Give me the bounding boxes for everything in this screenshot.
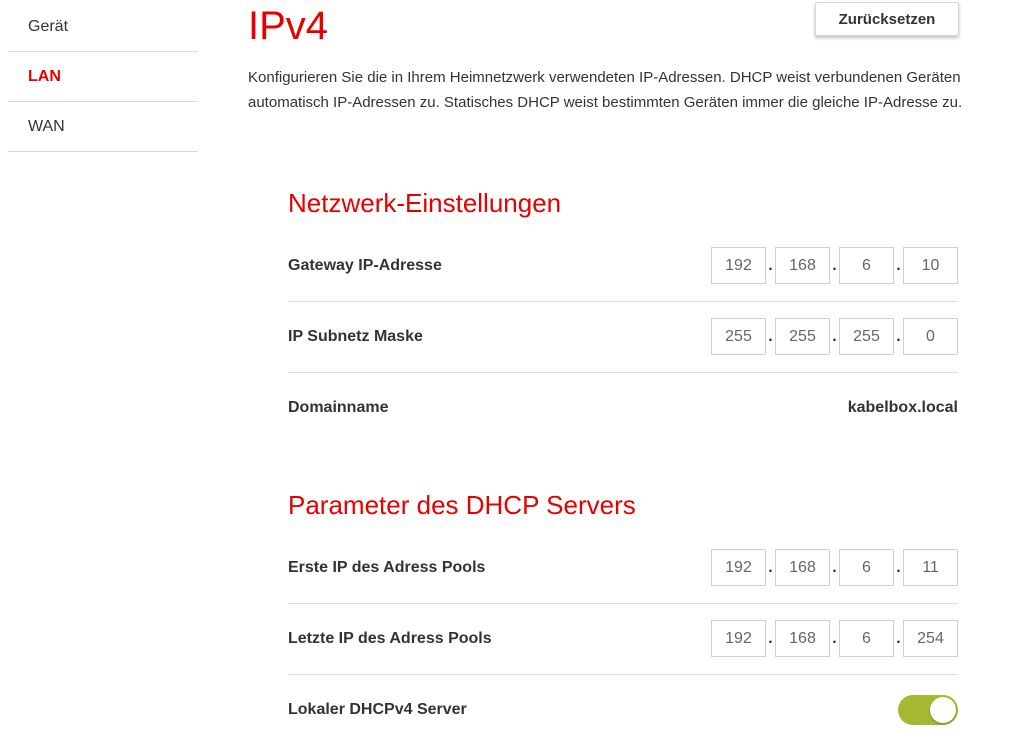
- octet-separator: .: [832, 630, 837, 647]
- section-title-network: Netzwerk-Einstellungen: [288, 188, 562, 218]
- pool-last-row: Letzte IP des Adress Pools . . .: [288, 603, 958, 675]
- page-title: IPv4: [248, 4, 329, 48]
- subnet-label: IP Subnetz Maske: [288, 327, 423, 345]
- octet-separator: .: [832, 559, 837, 576]
- gateway-octet-1[interactable]: [711, 247, 766, 284]
- pool-last-octet-2[interactable]: [775, 620, 830, 657]
- subnet-octet-4[interactable]: [903, 318, 958, 355]
- sidebar-item-lan[interactable]: LAN: [8, 52, 198, 102]
- pool-first-octet-3[interactable]: [839, 549, 894, 586]
- pool-last-ip-input: . . .: [711, 620, 958, 657]
- pool-first-octet-1[interactable]: [711, 549, 766, 586]
- gateway-octet-4[interactable]: [903, 247, 958, 284]
- octet-separator: .: [896, 257, 901, 274]
- sidebar-item-geraet[interactable]: Gerät: [8, 2, 198, 52]
- octet-separator: .: [832, 257, 837, 274]
- gateway-octet-3[interactable]: [839, 247, 894, 284]
- octet-separator: .: [768, 559, 773, 576]
- pool-last-octet-3[interactable]: [839, 620, 894, 657]
- pool-first-label: Erste IP des Adress Pools: [288, 558, 486, 576]
- octet-separator: .: [768, 257, 773, 274]
- sidebar-nav: Gerät LAN WAN: [8, 2, 198, 152]
- gateway-label: Gateway IP-Adresse: [288, 256, 442, 274]
- octet-separator: .: [896, 630, 901, 647]
- pool-first-octet-4[interactable]: [903, 549, 958, 586]
- subnet-octet-3[interactable]: [839, 318, 894, 355]
- reset-button[interactable]: Zurücksetzen: [815, 2, 959, 36]
- subnet-octet-2[interactable]: [775, 318, 830, 355]
- octet-separator: .: [832, 328, 837, 345]
- domain-row: Domainname kabelbox.local: [288, 372, 958, 443]
- pool-last-octet-4[interactable]: [903, 620, 958, 657]
- subnet-row: IP Subnetz Maske . . .: [288, 301, 958, 373]
- local-dhcp-toggle[interactable]: [898, 694, 958, 725]
- section-title-dhcp: Parameter des DHCP Servers: [288, 490, 636, 520]
- domain-value: kabelbox.local: [847, 398, 958, 416]
- local-dhcp-label: Lokaler DHCPv4 Server: [288, 700, 467, 718]
- subnet-ip-input: . . .: [711, 318, 958, 355]
- gateway-octet-2[interactable]: [775, 247, 830, 284]
- local-dhcp-row: Lokaler DHCPv4 Server: [288, 674, 958, 745]
- octet-separator: .: [896, 328, 901, 345]
- domain-label: Domainname: [288, 398, 389, 416]
- octet-separator: .: [768, 630, 773, 647]
- octet-separator: .: [896, 559, 901, 576]
- gateway-ip-input: . . .: [711, 247, 958, 284]
- octet-separator: .: [768, 328, 773, 345]
- gateway-row: Gateway IP-Adresse . . .: [288, 230, 958, 302]
- pool-last-octet-1[interactable]: [711, 620, 766, 657]
- pool-first-ip-input: . . .: [711, 549, 958, 586]
- pool-first-octet-2[interactable]: [775, 549, 830, 586]
- pool-first-row: Erste IP des Adress Pools . . .: [288, 532, 958, 604]
- intro-text: Konfigurieren Sie die in Ihrem Heimnetzw…: [248, 69, 963, 111]
- sidebar-item-wan[interactable]: WAN: [8, 102, 198, 152]
- pool-last-label: Letzte IP des Adress Pools: [288, 629, 492, 647]
- subnet-octet-1[interactable]: [711, 318, 766, 355]
- toggle-knob: [930, 696, 956, 723]
